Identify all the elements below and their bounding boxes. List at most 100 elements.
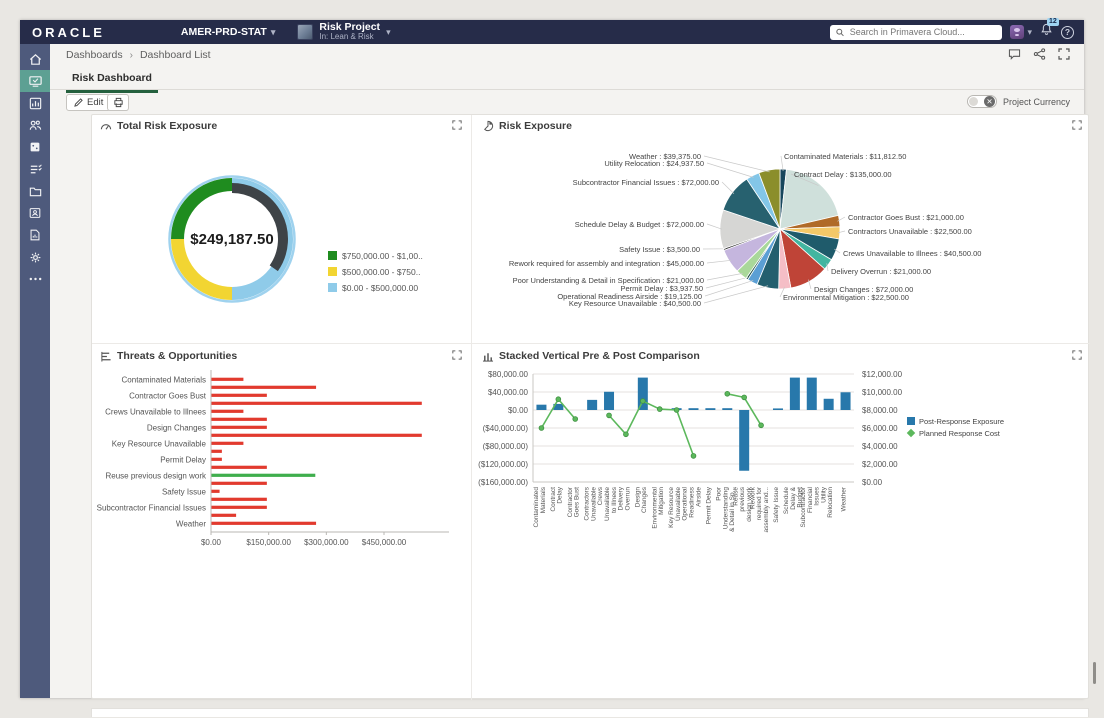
svg-text:Reuse previous design work: Reuse previous design work bbox=[106, 471, 207, 480]
edit-button-label: Edit bbox=[87, 97, 103, 108]
widget-threats-opportunities: Threats & Opportunities $0.00$150,000.00… bbox=[92, 345, 470, 700]
svg-text:Operational Readiness Airside: Operational Readiness Airside : $19,125.… bbox=[557, 292, 702, 301]
svg-text:Crews Unavailable to Illnees :: Crews Unavailable to Illnees : $40,500.0… bbox=[843, 249, 981, 258]
project-currency-toggle[interactable]: ✕ bbox=[967, 95, 997, 108]
sidebar-item-files[interactable] bbox=[20, 180, 50, 202]
content-area: Dashboards › Dashboard List Risk Dashboa… bbox=[50, 44, 1084, 698]
svg-text:Crews Unavailable to Illnees: Crews Unavailable to Illnees bbox=[105, 407, 206, 416]
project-currency-label: Project Currency bbox=[1003, 97, 1070, 107]
svg-text:Contaminated Materials : $11,8: Contaminated Materials : $11,812.50 bbox=[784, 152, 906, 161]
search-icon bbox=[836, 28, 844, 37]
svg-text:$150,000.00: $150,000.00 bbox=[246, 538, 291, 547]
svg-text:$0.00: $0.00 bbox=[201, 538, 222, 547]
svg-text:Permit Delay: Permit Delay bbox=[705, 486, 712, 524]
printer-icon bbox=[113, 97, 124, 108]
svg-text:$0.00 - $500,000.00: $0.00 - $500,000.00 bbox=[342, 283, 418, 293]
svg-text:Materials: Materials bbox=[540, 486, 547, 513]
sidebar-item-resources[interactable] bbox=[20, 114, 50, 136]
pie-chart: Contaminated Materials : $11,812.50 Contr… bbox=[474, 137, 1090, 339]
svg-text:$2,000.00: $2,000.00 bbox=[862, 460, 898, 469]
sidebar-item-activities[interactable] bbox=[20, 158, 50, 180]
svg-text:$500,000.00 - $750..: $500,000.00 - $750.. bbox=[342, 267, 420, 277]
user-menu[interactable]: ▾ bbox=[1010, 25, 1032, 39]
print-button[interactable] bbox=[107, 94, 129, 111]
chevron-down-icon: ▾ bbox=[271, 27, 276, 38]
share-button[interactable] bbox=[1033, 47, 1046, 65]
edit-button[interactable]: Edit bbox=[66, 94, 111, 111]
svg-text:Goes Bust: Goes Bust bbox=[574, 487, 581, 518]
project-thumbnail bbox=[297, 24, 313, 40]
svg-text:Post-Response Exposure: Post-Response Exposure bbox=[919, 417, 1004, 426]
svg-text:$0.00: $0.00 bbox=[862, 478, 883, 487]
svg-text:Safety Issue: Safety Issue bbox=[162, 487, 207, 496]
svg-text:$80,000.00: $80,000.00 bbox=[488, 370, 529, 379]
vertical-scrollbar-thumb[interactable] bbox=[1093, 662, 1096, 684]
expand-widget-button[interactable] bbox=[1072, 117, 1082, 135]
svg-text:($120,000.00): ($120,000.00) bbox=[478, 460, 528, 469]
svg-text:$300,000.00: $300,000.00 bbox=[304, 538, 349, 547]
app-window: ORACLE AMER-PRD-STAT ▾ Risk Project In: … bbox=[20, 20, 1084, 698]
svg-text:Contract Delay : $135,000.00: Contract Delay : $135,000.00 bbox=[794, 170, 892, 179]
sidebar-item-more[interactable] bbox=[20, 268, 50, 290]
sidebar-item-dashboards[interactable] bbox=[20, 70, 50, 92]
widget-pre-post-comparison: Stacked Vertical Pre & Post Comparison $… bbox=[474, 345, 1090, 700]
sidebar-item-portfolios[interactable] bbox=[20, 92, 50, 114]
project-selector[interactable]: Risk Project In: Lean & Risk ▾ bbox=[297, 22, 390, 41]
tab-risk-dashboard[interactable]: Risk Dashboard bbox=[66, 69, 158, 93]
notifications-button[interactable]: 12 bbox=[1040, 23, 1053, 41]
gear-icon bbox=[28, 250, 43, 265]
column-divider bbox=[471, 115, 472, 700]
expand-widget-button[interactable] bbox=[452, 117, 462, 135]
sidebar-item-home[interactable] bbox=[20, 48, 50, 70]
workspace-name: AMER-PRD-STAT bbox=[181, 26, 267, 38]
report-doc-icon bbox=[28, 228, 42, 242]
svg-text:Poor Understanding & Detail in: Poor Understanding & Detail in Specifica… bbox=[513, 276, 704, 285]
svg-text:$12,000.00: $12,000.00 bbox=[862, 370, 903, 379]
svg-text:Weather : $39,375.00: Weather : $39,375.00 bbox=[629, 152, 701, 161]
breadcrumb-dashboard-list[interactable]: Dashboard List bbox=[140, 49, 211, 61]
svg-text:Permit Delay: Permit Delay bbox=[160, 455, 206, 464]
svg-text:$8,000.00: $8,000.00 bbox=[862, 406, 898, 415]
folder-icon bbox=[28, 184, 43, 199]
sidebar-item-reports[interactable] bbox=[20, 224, 50, 246]
svg-text:Safety Issue : $3,500.00: Safety Issue : $3,500.00 bbox=[619, 245, 700, 254]
workspace-selector[interactable]: AMER-PRD-STAT ▾ bbox=[181, 26, 275, 38]
svg-text:Subcontractor Financial Issues: Subcontractor Financial Issues bbox=[97, 503, 206, 512]
comment-button[interactable] bbox=[1008, 47, 1021, 65]
home-icon bbox=[28, 52, 43, 67]
sidebar-item-settings[interactable] bbox=[20, 246, 50, 268]
more-icon bbox=[28, 276, 43, 282]
svg-text:Changes: Changes bbox=[641, 486, 648, 513]
help-icon[interactable]: ? bbox=[1061, 26, 1074, 39]
horizontal-bar-chart: $0.00$150,000.00$300,000.00$450,000.00Co… bbox=[94, 360, 468, 575]
fullscreen-button[interactable] bbox=[1058, 47, 1070, 65]
svg-text:$249,187.50: $249,187.50 bbox=[190, 231, 273, 248]
expand-icon bbox=[452, 120, 462, 130]
svg-text:Safety Issue: Safety Issue bbox=[773, 487, 780, 523]
widget-risk-exposure: Risk Exposure Contaminated Materials : $… bbox=[474, 115, 1090, 341]
sidebar-item-directory[interactable] bbox=[20, 202, 50, 224]
svg-text:Planned Response Cost: Planned Response Cost bbox=[919, 429, 1001, 438]
svg-text:Weather: Weather bbox=[841, 486, 848, 511]
sidebar-item-workspaces[interactable] bbox=[20, 136, 50, 158]
top-bar: ORACLE AMER-PRD-STAT ▾ Risk Project In: … bbox=[20, 20, 1084, 44]
svg-text:Weather: Weather bbox=[176, 519, 206, 528]
svg-text:($80,000.00): ($80,000.00) bbox=[483, 442, 529, 451]
people-icon bbox=[28, 118, 43, 133]
breadcrumb-dashboards[interactable]: Dashboards bbox=[66, 49, 123, 61]
expand-icon bbox=[1072, 120, 1082, 130]
toggle-off-icon: ✕ bbox=[984, 96, 995, 107]
svg-text:Key Resource Unavailable: Key Resource Unavailable bbox=[112, 439, 207, 448]
search-input[interactable] bbox=[850, 27, 997, 37]
svg-text:$40,000.00: $40,000.00 bbox=[488, 388, 529, 397]
widget-title: Risk Exposure bbox=[499, 120, 572, 132]
svg-text:Relocation: Relocation bbox=[827, 487, 834, 518]
svg-text:Contractor Goes Bust : $21,000: Contractor Goes Bust : $21,000.00 bbox=[848, 213, 964, 222]
tab-bar: Risk Dashboard bbox=[50, 66, 1084, 90]
share-icon bbox=[1033, 48, 1046, 60]
row-divider bbox=[92, 343, 1090, 344]
widget-total-risk-exposure: Total Risk Exposure $249,187.50$750,000.… bbox=[92, 115, 470, 341]
global-search bbox=[830, 25, 1002, 40]
notification-badge: 12 bbox=[1047, 18, 1059, 26]
svg-text:$6,000.00: $6,000.00 bbox=[862, 424, 898, 433]
